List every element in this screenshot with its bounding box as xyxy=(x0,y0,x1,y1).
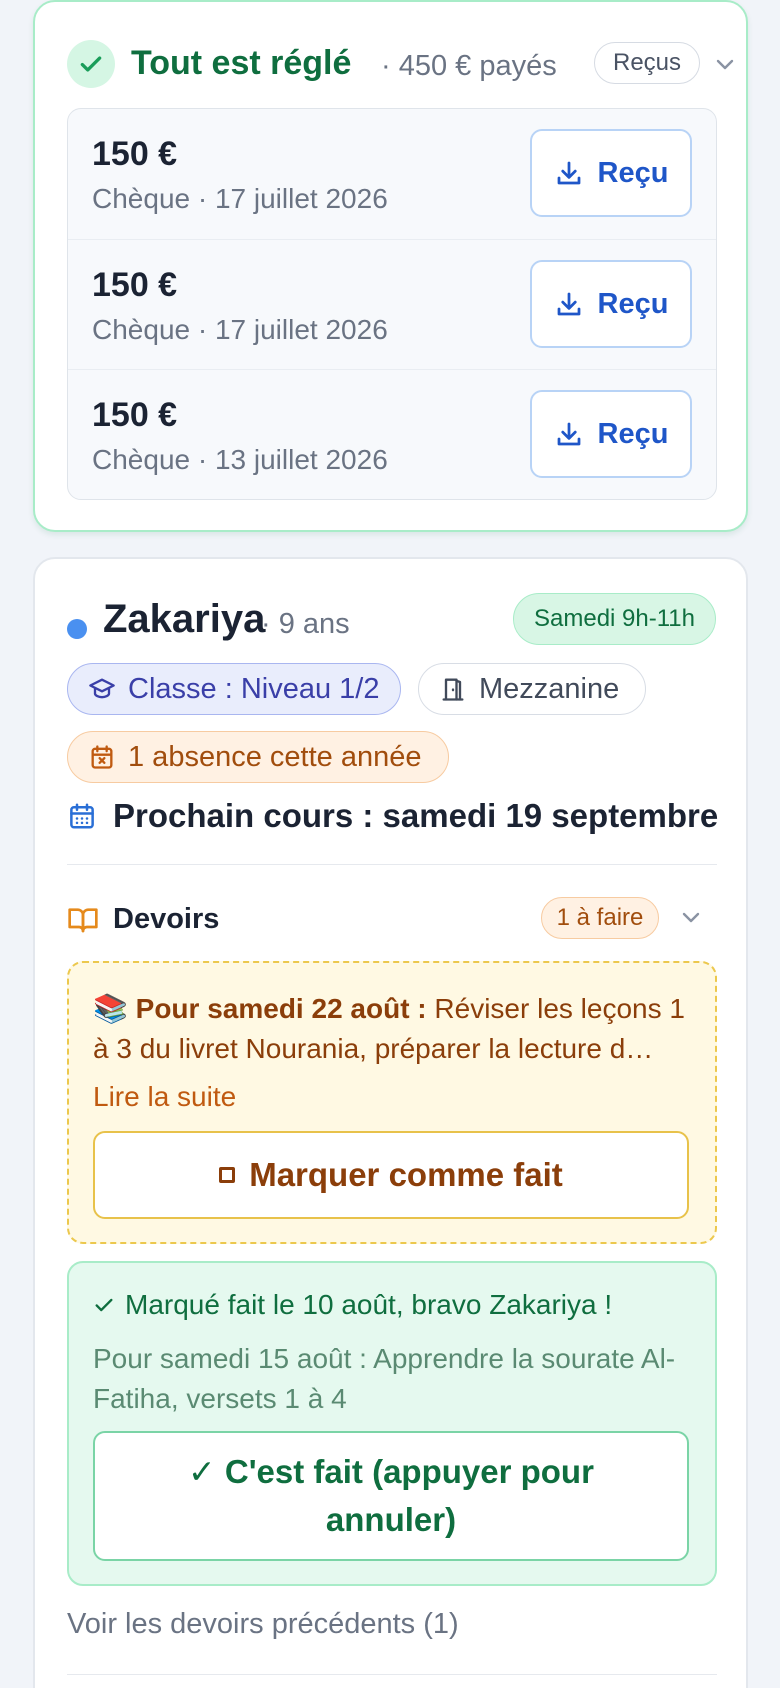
payment-status-title: Tout est réglé xyxy=(131,44,352,82)
books-emoji: 📚 xyxy=(93,993,128,1024)
payment-list: 150 € Chèque · 17 juillet 2026 Reçu 150 … xyxy=(67,108,717,500)
payment-row: 150 € Chèque · 17 juillet 2026 Reçu xyxy=(68,109,716,239)
room-chip-label: Mezzanine xyxy=(479,672,620,705)
class-chip-label: Classe : Niveau 1/2 xyxy=(128,672,380,705)
homework-title: Devoirs xyxy=(113,903,220,935)
undo-done-button[interactable]: ✓ C'est fait (appuyer pour annuler) xyxy=(93,1431,689,1561)
receipts-pill[interactable]: Reçus xyxy=(594,42,700,84)
done-description: Pour samedi 15 août : Apprendre la soura… xyxy=(93,1343,676,1414)
homework-pending: 📚 Pour samedi 22 août : Réviser les leço… xyxy=(67,961,717,1244)
check-icon xyxy=(67,40,115,88)
divider xyxy=(67,864,717,865)
homework-done: Marqué fait le 10 août, bravo Zakariya !… xyxy=(67,1261,717,1586)
next-course: Prochain cours : samedi 19 septembre xyxy=(67,791,718,841)
payment-amount: 150 € xyxy=(92,396,178,434)
receipt-button-label: Reçu xyxy=(597,287,669,320)
receipt-button-label: Reçu xyxy=(597,156,669,189)
homework-header[interactable]: Devoirs 1 à faire xyxy=(67,895,717,945)
next-course-text: Prochain cours : samedi 19 septembre xyxy=(113,797,719,834)
graduation-cap-icon xyxy=(89,678,115,699)
todo-count-badge: 1 à faire xyxy=(541,897,659,939)
done-status: Marqué fait le 10 août, bravo Zakariya ! xyxy=(93,1289,612,1321)
payment-card: Tout est réglé · 450 € payés Reçus 150 €… xyxy=(33,0,748,532)
student-color-dot xyxy=(67,619,87,639)
class-chip: Classe : Niveau 1/2 xyxy=(67,663,401,715)
checkbox-icon xyxy=(219,1167,236,1183)
payment-amount: 150 € xyxy=(92,135,178,173)
chevron-down-icon[interactable] xyxy=(677,903,705,931)
payment-meta: Chèque · 17 juillet 2026 xyxy=(92,183,388,214)
payment-amount: 150 € xyxy=(92,266,178,304)
student-age: · 9 ans xyxy=(261,608,350,640)
calendar-x-icon xyxy=(91,745,113,769)
receipt-button-label: Reçu xyxy=(597,417,669,450)
read-more-link[interactable]: Lire la suite xyxy=(93,1081,236,1113)
chevron-down-icon[interactable] xyxy=(711,50,739,78)
homework-pending-text: 📚 Pour samedi 22 août : Réviser les leço… xyxy=(93,989,693,1069)
download-receipt-button[interactable]: Reçu xyxy=(530,390,692,478)
homework-due-date: Pour samedi 22 août : xyxy=(135,993,427,1024)
room-chip: Mezzanine xyxy=(418,663,646,715)
download-icon xyxy=(557,292,580,316)
previous-homework-link[interactable]: Voir les devoirs précédents (1) xyxy=(67,1608,459,1641)
door-icon xyxy=(442,678,464,701)
done-status-text: Marqué fait le 10 août, bravo Zakariya ! xyxy=(125,1289,613,1320)
download-receipt-button[interactable]: Reçu xyxy=(530,129,692,217)
book-icon xyxy=(68,908,98,933)
mark-done-button[interactable]: Marquer comme fait xyxy=(93,1131,689,1219)
download-icon xyxy=(557,161,580,185)
payment-row: 150 € Chèque · 17 juillet 2026 Reçu xyxy=(68,239,716,369)
payment-total: · 450 € payés xyxy=(381,50,557,82)
check-icon xyxy=(95,1298,113,1312)
payment-header[interactable]: Tout est réglé · 450 € payés Reçus xyxy=(67,40,734,90)
download-icon xyxy=(557,422,580,446)
payment-meta: Chèque · 17 juillet 2026 xyxy=(92,314,388,345)
divider xyxy=(67,1674,717,1675)
student-card: Zakariya · 9 ans Samedi 9h-11h Classe : … xyxy=(33,557,748,1688)
download-receipt-button[interactable]: Reçu xyxy=(530,260,692,348)
calendar-icon xyxy=(70,803,94,829)
mark-done-label: Marquer comme fait xyxy=(249,1156,563,1193)
payment-row: 150 € Chèque · 13 juillet 2026 Reçu xyxy=(68,369,716,499)
absence-chip: 1 absence cette année xyxy=(67,731,449,783)
schedule-badge: Samedi 9h-11h xyxy=(513,593,716,645)
absence-chip-label: 1 absence cette année xyxy=(128,740,422,773)
payment-meta: Chèque · 13 juillet 2026 xyxy=(92,444,388,475)
student-name: Zakariya xyxy=(103,597,266,641)
